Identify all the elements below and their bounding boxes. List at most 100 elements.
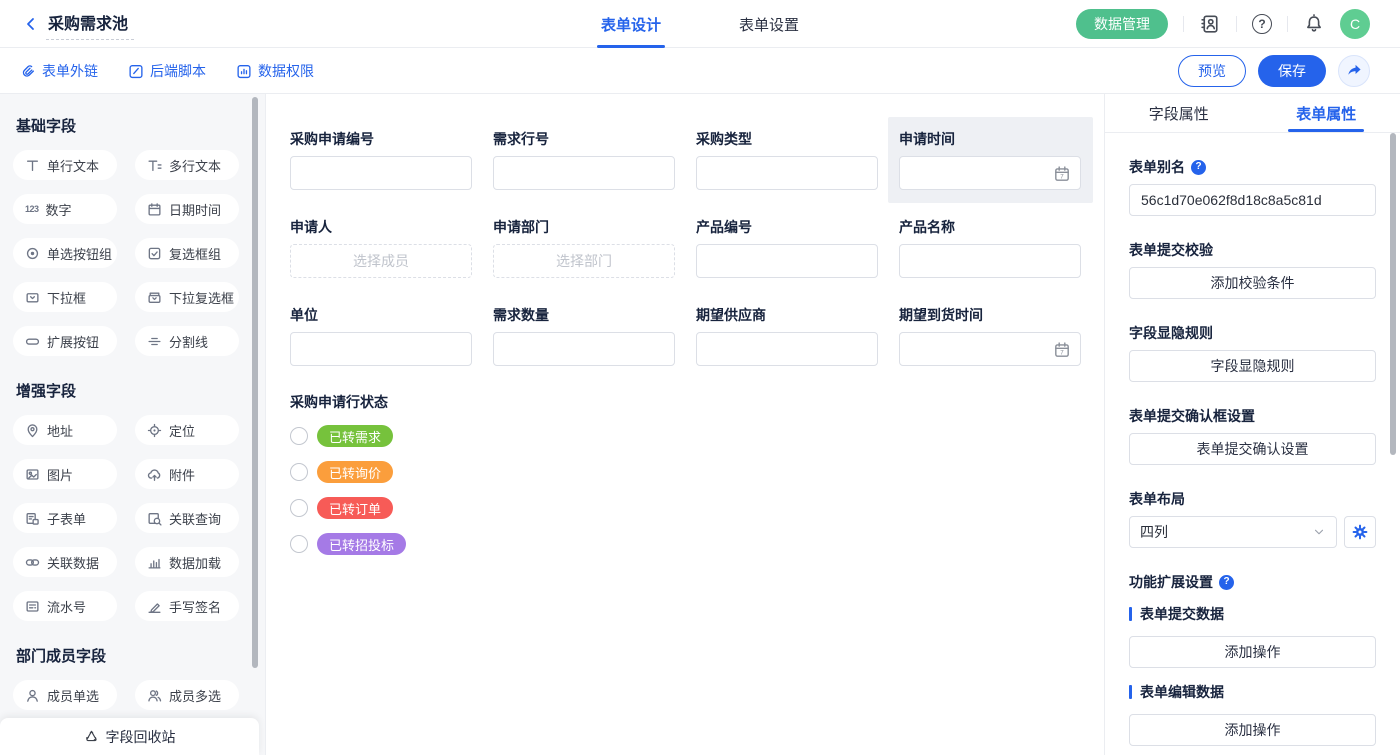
canvas-field-request-line-status[interactable]: 采购申请行状态 已转需求 已转询价 已转订单 已转招投标 bbox=[290, 395, 1086, 555]
department-picker[interactable]: 选择部门 bbox=[493, 244, 675, 278]
text-input[interactable] bbox=[290, 332, 472, 366]
section-title-basic-fields: 基础字段 bbox=[16, 115, 239, 136]
field-visibility-button[interactable]: 字段显隐规则 bbox=[1129, 350, 1376, 382]
divider-icon bbox=[147, 334, 162, 349]
form-layout-label: 表单布局 bbox=[1129, 491, 1185, 507]
text-input[interactable] bbox=[493, 156, 675, 190]
canvas-field-applicant[interactable]: 申请人 选择成员 bbox=[290, 220, 472, 278]
radio-option-converted-inquiry[interactable]: 已转询价 bbox=[290, 461, 1086, 483]
radio-button[interactable] bbox=[290, 463, 308, 481]
canvas-field-apply-time[interactable]: 申请时间 7 bbox=[888, 117, 1093, 203]
layout-select[interactable]: 四列 bbox=[1129, 516, 1337, 548]
field-type-locate[interactable]: 定位 bbox=[135, 415, 239, 445]
canvas-field-product-no[interactable]: 产品编号 bbox=[696, 220, 878, 278]
field-type-datetime[interactable]: 日期时间 bbox=[135, 194, 239, 224]
canvas-field-expected-delivery-time[interactable]: 期望到货时间 7 bbox=[899, 308, 1081, 366]
field-type-serial-number[interactable]: 流水号 bbox=[13, 591, 117, 621]
radio-button[interactable] bbox=[290, 427, 308, 445]
svg-text:7: 7 bbox=[1060, 173, 1064, 180]
field-type-multi-line-text[interactable]: 多行文本 bbox=[135, 150, 239, 180]
tab-form-settings[interactable]: 表单设置 bbox=[735, 0, 803, 48]
field-palette-sidebar: 基础字段 单行文本 多行文本 123 数字 日期时间 单选按钮组 bbox=[0, 94, 266, 755]
bar-chart-icon bbox=[147, 555, 162, 570]
field-type-image[interactable]: 图片 bbox=[13, 459, 117, 489]
data-manage-button[interactable]: 数据管理 bbox=[1076, 9, 1168, 39]
data-permission-link[interactable]: 数据权限 bbox=[236, 61, 314, 81]
tab-form-design[interactable]: 表单设计 bbox=[597, 0, 665, 48]
field-type-data-load[interactable]: 数据加载 bbox=[135, 547, 239, 577]
layout-settings-button[interactable] bbox=[1344, 516, 1376, 548]
extension-settings-label: 功能扩展设置 bbox=[1129, 574, 1213, 590]
field-type-multi-select[interactable]: 下拉复选框 bbox=[135, 282, 239, 312]
notification-bell-icon[interactable] bbox=[1303, 13, 1325, 35]
canvas-field-demand-qty[interactable]: 需求数量 bbox=[493, 308, 675, 366]
extension-help-icon[interactable]: ? bbox=[1219, 575, 1234, 590]
radio-option-converted-bidding[interactable]: 已转招投标 bbox=[290, 533, 1086, 555]
submit-data-add-action-button[interactable]: 添加操作 bbox=[1129, 636, 1376, 668]
field-type-extend-button[interactable]: 扩展按钮 bbox=[13, 326, 117, 356]
canvas-field-product-name[interactable]: 产品名称 bbox=[899, 220, 1081, 278]
date-input[interactable]: 7 bbox=[899, 332, 1081, 366]
form-alias-input[interactable] bbox=[1129, 184, 1376, 216]
canvas-field-expected-supplier[interactable]: 期望供应商 bbox=[696, 308, 878, 366]
text-input[interactable] bbox=[899, 244, 1081, 278]
field-type-number[interactable]: 123 数字 bbox=[13, 194, 117, 224]
share-arrow-icon bbox=[1346, 62, 1363, 79]
field-type-member-multi[interactable]: 成员多选 bbox=[135, 680, 239, 710]
tab-field-properties[interactable]: 字段属性 bbox=[1105, 94, 1253, 132]
add-validation-button[interactable]: 添加校验条件 bbox=[1129, 267, 1376, 299]
radio-button[interactable] bbox=[290, 499, 308, 517]
edit-data-add-action-button[interactable]: 添加操作 bbox=[1129, 714, 1376, 746]
preview-button[interactable]: 预览 bbox=[1178, 55, 1246, 87]
alias-help-icon[interactable]: ? bbox=[1191, 160, 1206, 175]
form-external-link[interactable]: 表单外链 bbox=[20, 61, 98, 81]
chart-square-icon bbox=[236, 63, 252, 79]
field-type-checkbox-group[interactable]: 复选框组 bbox=[135, 238, 239, 268]
field-type-linked-query[interactable]: 关联查询 bbox=[135, 503, 239, 533]
text-input[interactable] bbox=[696, 244, 878, 278]
tab-form-properties[interactable]: 表单属性 bbox=[1253, 94, 1400, 132]
back-icon[interactable] bbox=[20, 13, 42, 35]
code-square-icon bbox=[128, 63, 144, 79]
field-type-divider[interactable]: 分割线 bbox=[135, 326, 239, 356]
help-icon[interactable]: ? bbox=[1252, 14, 1272, 34]
canvas-field-demand-line-no[interactable]: 需求行号 bbox=[493, 132, 675, 190]
canvas-field-apply-department[interactable]: 申请部门 选择部门 bbox=[493, 220, 675, 278]
field-recycle-bin[interactable]: 字段回收站 bbox=[0, 718, 259, 755]
text-input[interactable] bbox=[696, 156, 878, 190]
status-tag: 已转订单 bbox=[317, 497, 393, 519]
field-type-single-line-text[interactable]: 单行文本 bbox=[13, 150, 117, 180]
submit-confirm-button[interactable]: 表单提交确认设置 bbox=[1129, 433, 1376, 465]
canvas-field-unit[interactable]: 单位 bbox=[290, 308, 472, 366]
calendar-icon: 7 bbox=[1053, 165, 1071, 183]
canvas-field-purchase-type[interactable]: 采购类型 bbox=[696, 132, 878, 190]
field-type-member-single[interactable]: 成员单选 bbox=[13, 680, 117, 710]
text-input[interactable] bbox=[493, 332, 675, 366]
save-button[interactable]: 保存 bbox=[1258, 55, 1326, 87]
sidebar-scrollbar[interactable] bbox=[252, 97, 258, 668]
field-type-attachment[interactable]: 附件 bbox=[135, 459, 239, 489]
page-title[interactable]: 采购需求池 bbox=[46, 8, 134, 40]
avatar[interactable]: C bbox=[1340, 9, 1370, 39]
date-input[interactable]: 7 bbox=[899, 156, 1081, 190]
field-type-linked-data[interactable]: 关联数据 bbox=[13, 547, 117, 577]
address-book-icon[interactable] bbox=[1199, 13, 1221, 35]
backend-script-link[interactable]: 后端脚本 bbox=[128, 61, 206, 81]
radio-option-converted-demand[interactable]: 已转需求 bbox=[290, 425, 1086, 447]
calendar-icon bbox=[147, 202, 162, 217]
text-input[interactable] bbox=[290, 156, 472, 190]
field-type-subform[interactable]: 子表单 bbox=[13, 503, 117, 533]
field-type-select[interactable]: 下拉框 bbox=[13, 282, 117, 312]
checkbox-icon bbox=[147, 246, 162, 261]
text-input[interactable] bbox=[696, 332, 878, 366]
radio-option-converted-order[interactable]: 已转订单 bbox=[290, 497, 1086, 519]
canvas-field-purchase-request-no[interactable]: 采购申请编号 bbox=[290, 132, 472, 190]
subform-icon bbox=[25, 511, 40, 526]
share-button[interactable] bbox=[1338, 55, 1370, 87]
radio-button[interactable] bbox=[290, 535, 308, 553]
member-picker[interactable]: 选择成员 bbox=[290, 244, 472, 278]
field-type-signature[interactable]: 手写签名 bbox=[135, 591, 239, 621]
field-type-address[interactable]: 地址 bbox=[13, 415, 117, 445]
properties-scrollbar[interactable] bbox=[1390, 133, 1396, 455]
field-type-radio-group[interactable]: 单选按钮组 bbox=[13, 238, 117, 268]
